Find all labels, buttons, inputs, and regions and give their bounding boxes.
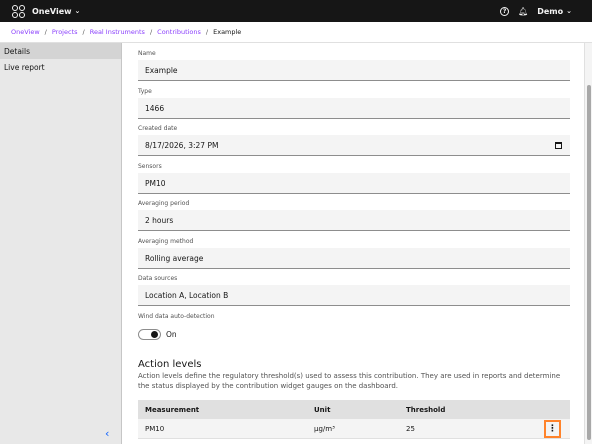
created-date-field: Created date 8/17/2026, 3:27 PM: [138, 125, 570, 156]
action-levels-title: Action levels: [138, 359, 202, 370]
averaging-period-value: 2 hours: [145, 215, 174, 225]
cell-measurement: PM10: [145, 424, 165, 433]
app-name: OneView: [32, 6, 72, 16]
type-field: Type 1466: [138, 88, 570, 119]
name-label: Name: [138, 50, 156, 57]
breadcrumb-projects[interactable]: Projects: [52, 28, 78, 36]
chevron-down-icon: ⌄: [74, 7, 81, 15]
action-levels-table: Measurement Unit Threshold PM10 µg/m³ 25…: [138, 400, 570, 439]
table-row: PM10 µg/m³ 25 ⋮: [138, 419, 570, 439]
collapse-sidebar-icon[interactable]: ‹: [105, 427, 109, 440]
created-date-input[interactable]: 8/17/2026, 3:27 PM: [138, 135, 570, 156]
created-date-value: 8/17/2026, 3:27 PM: [145, 140, 219, 150]
row-overflow-menu-button[interactable]: ⋮: [544, 420, 561, 438]
wind-detection-state: On: [166, 330, 177, 339]
breadcrumb-contributions[interactable]: Contributions: [157, 28, 201, 36]
scrollbar-thumb[interactable]: [587, 85, 591, 440]
notification-bell-icon[interactable]: 🔔︎: [518, 7, 528, 16]
top-header: OneView ⌄ ? 🔔︎ Demo ⌄: [0, 0, 592, 22]
averaging-period-label: Averaging period: [138, 200, 190, 207]
sensors-field: Sensors PM10: [138, 163, 570, 194]
data-sources-field: Data sources Location A, Location B: [138, 275, 570, 306]
breadcrumb-separator: /: [149, 28, 153, 36]
help-icon[interactable]: ?: [500, 6, 510, 16]
sidebar-item-live-report[interactable]: Live report: [0, 59, 121, 75]
sensors-value: PM10: [145, 178, 166, 188]
wind-detection-field: Wind data auto-detection: [138, 313, 570, 323]
main-scrollbar[interactable]: [584, 43, 592, 444]
averaging-period-input[interactable]: 2 hours: [138, 210, 570, 231]
wind-detection-toggle-row: On: [138, 329, 177, 340]
column-unit: Unit: [314, 405, 331, 414]
details-panel: Name Example Type 1466 Created date 8/17…: [122, 43, 584, 444]
breadcrumb: OneView / Projects / Real Instruments / …: [0, 22, 592, 43]
name-field: Name Example: [138, 50, 570, 81]
overflow-menu-icon: ⋮: [548, 424, 557, 434]
sidebar-item-details[interactable]: Details: [0, 43, 121, 59]
wind-detection-toggle[interactable]: [138, 329, 161, 340]
breadcrumb-current: Example: [213, 28, 242, 36]
user-menu[interactable]: Demo ⌄: [537, 7, 572, 16]
header-actions: ? 🔔︎ Demo ⌄: [500, 6, 572, 16]
column-threshold: Threshold: [406, 405, 446, 414]
breadcrumb-oneview[interactable]: OneView: [11, 28, 40, 36]
breadcrumb-real-instruments[interactable]: Real Instruments: [90, 28, 145, 36]
type-input[interactable]: 1466: [138, 98, 570, 119]
column-measurement: Measurement: [145, 405, 200, 414]
type-label: Type: [138, 88, 152, 95]
breadcrumb-separator: /: [44, 28, 47, 36]
data-sources-label: Data sources: [138, 275, 178, 282]
averaging-method-field: Averaging method Rolling average: [138, 238, 570, 269]
sensors-label: Sensors: [138, 163, 162, 170]
oneview-logo-icon[interactable]: [11, 4, 25, 18]
name-input[interactable]: Example: [138, 60, 570, 81]
averaging-method-label: Averaging method: [138, 238, 194, 245]
wind-detection-label: Wind data auto-detection: [138, 313, 215, 320]
action-levels-description: Action levels define the regulatory thre…: [138, 372, 561, 390]
user-name: Demo: [537, 6, 564, 16]
averaging-method-value: Rolling average: [145, 253, 204, 263]
breadcrumb-separator: /: [205, 28, 209, 36]
type-value: 1466: [145, 103, 165, 113]
toggle-knob: [151, 331, 158, 338]
data-sources-value: Location A, Location B: [145, 290, 229, 300]
table-header: Measurement Unit Threshold: [138, 400, 570, 419]
created-date-label: Created date: [138, 125, 178, 132]
cell-threshold: 25: [406, 424, 415, 433]
sensors-input[interactable]: PM10: [138, 173, 570, 194]
breadcrumb-separator: /: [82, 28, 85, 36]
app-switcher[interactable]: OneView ⌄: [32, 7, 80, 16]
data-sources-input[interactable]: Location A, Location B: [138, 285, 570, 306]
name-value: Example: [145, 65, 178, 75]
chevron-down-icon: ⌄: [566, 7, 572, 15]
calendar-icon[interactable]: [555, 141, 562, 149]
cell-unit: µg/m³: [314, 424, 335, 433]
averaging-period-field: Averaging period 2 hours: [138, 200, 570, 231]
side-nav: Details Live report ‹: [0, 43, 122, 444]
averaging-method-input[interactable]: Rolling average: [138, 248, 570, 269]
